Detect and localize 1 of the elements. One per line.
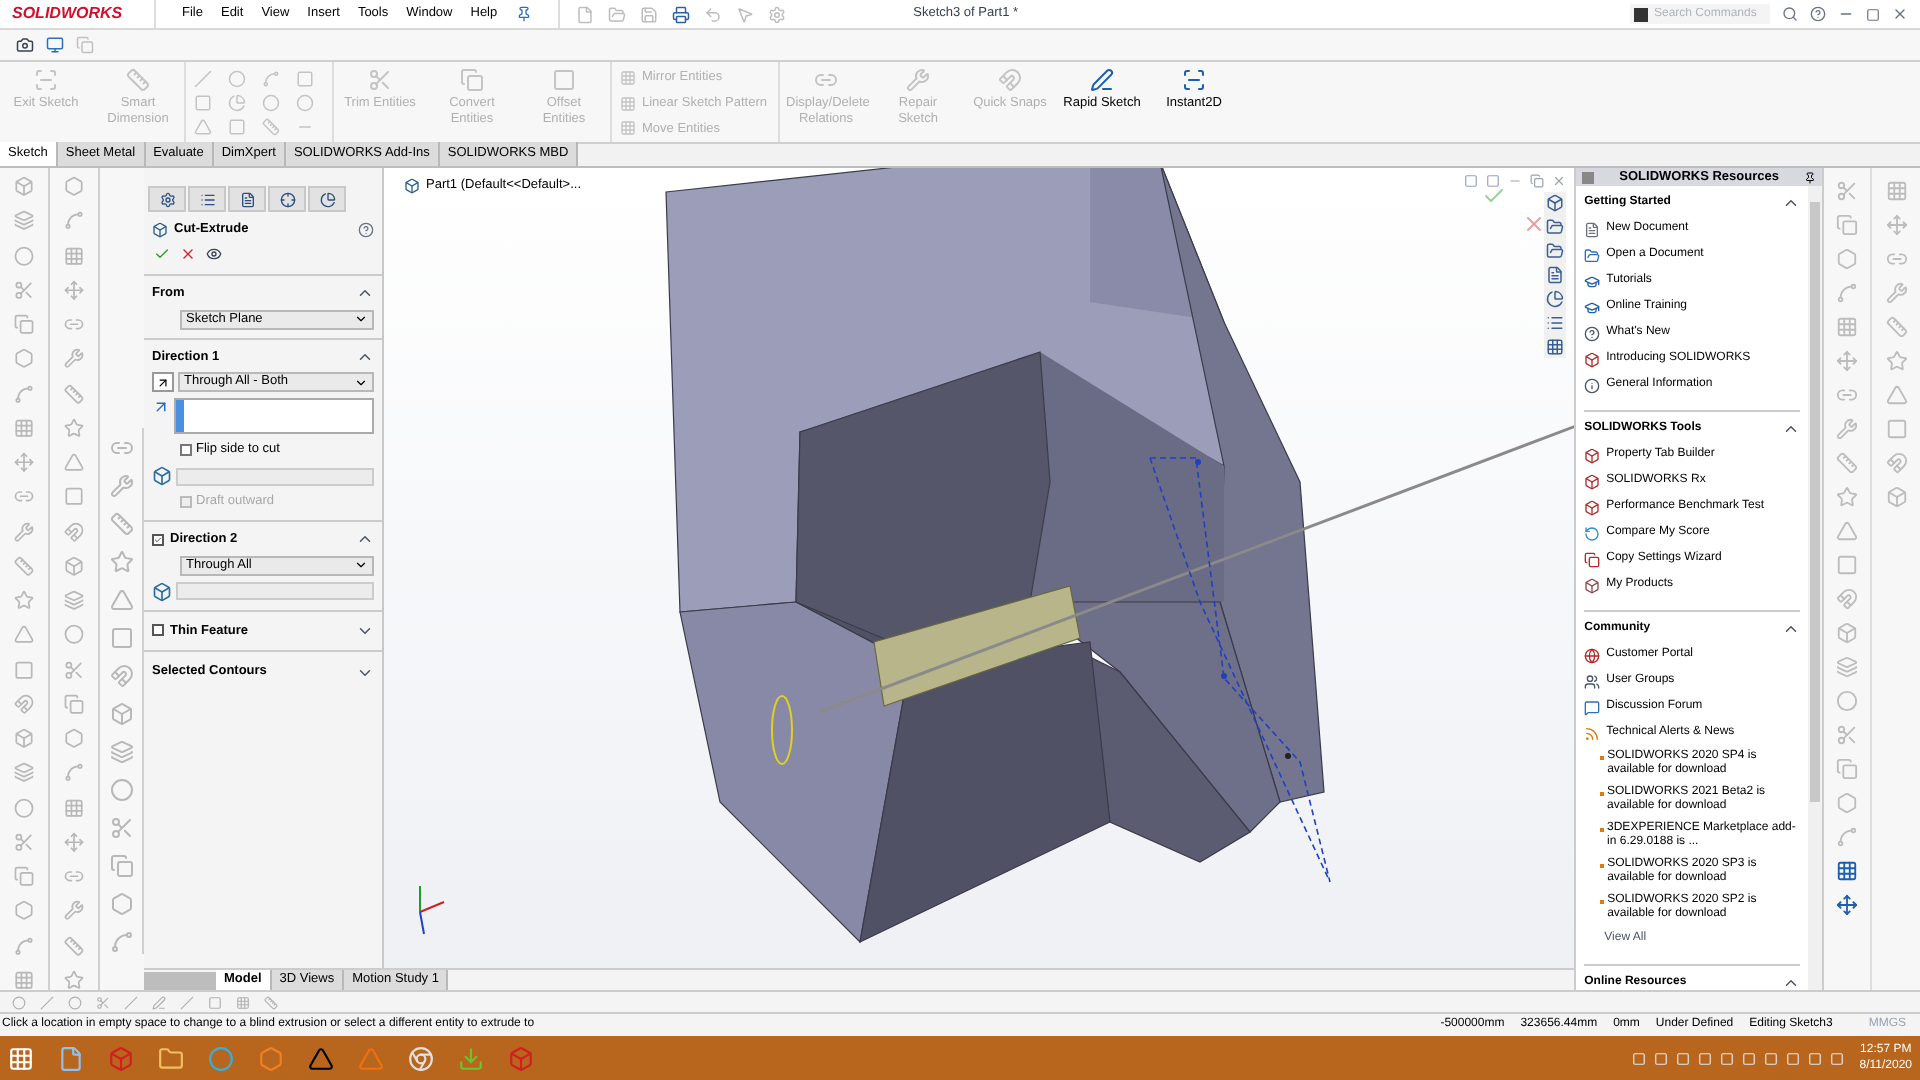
app-logo: SOLIDWORKS: [12, 2, 123, 26]
